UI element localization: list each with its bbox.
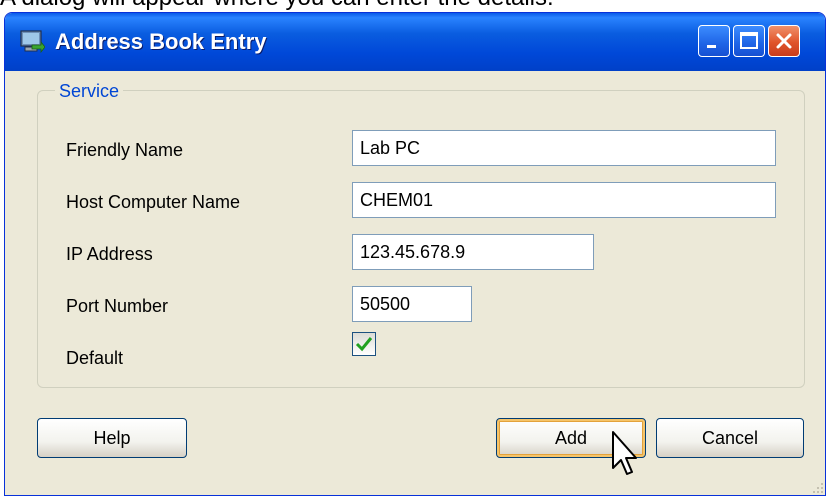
mouse-pointer-icon — [612, 431, 637, 475]
default-checkbox[interactable] — [352, 332, 376, 356]
ip-address-field[interactable]: 123.45.678.9 — [352, 234, 594, 270]
resize-grip-icon[interactable] — [810, 480, 824, 494]
minimize-button[interactable] — [698, 25, 730, 57]
close-button[interactable] — [768, 25, 800, 57]
service-group-legend: Service — [55, 80, 124, 102]
maximize-icon — [740, 32, 758, 49]
title-bar[interactable]: Address Book Entry — [5, 13, 825, 71]
ip-address-label: IP Address — [66, 244, 153, 264]
network-computer-icon — [19, 29, 46, 55]
port-number-label: Port Number — [66, 296, 169, 316]
port-number-field[interactable]: 50500 — [352, 286, 472, 322]
host-computer-name-field[interactable]: CHEM01 — [352, 182, 776, 218]
maximize-button[interactable] — [733, 25, 765, 57]
friendly-name-field[interactable]: Lab PC — [352, 130, 776, 166]
window-title: Address Book Entry — [55, 29, 267, 54]
default-label: Default — [66, 348, 124, 368]
friendly-name-label: Friendly Name — [66, 140, 184, 160]
minimize-icon — [707, 45, 716, 48]
help-button[interactable]: Help — [37, 418, 187, 458]
background-instruction-text: A dialog will appear where you can enter… — [0, 0, 828, 10]
checkmark-icon — [355, 337, 373, 352]
cancel-button[interactable]: Cancel — [656, 418, 804, 458]
host-computer-name-label: Host Computer Name — [66, 192, 241, 212]
close-icon — [776, 33, 792, 49]
